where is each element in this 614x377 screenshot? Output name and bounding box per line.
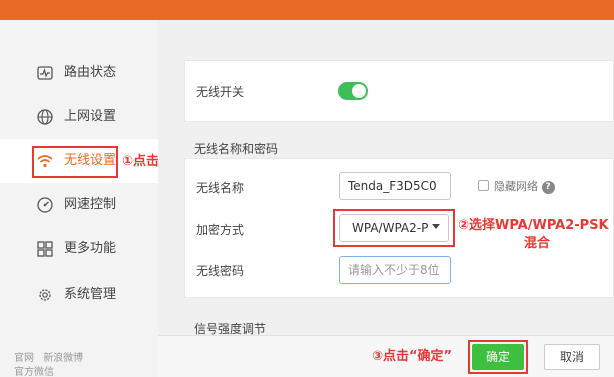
sidebar-item-more-features[interactable]: 更多功能: [0, 227, 158, 271]
wifi-name-input[interactable]: Tenda_F3D5C0: [339, 172, 451, 200]
sidebar-item-system-management[interactable]: 系统管理: [0, 273, 158, 317]
highlight-box-ok-button: [468, 340, 528, 374]
sidebar-item-label: 更多功能: [64, 241, 117, 256]
pulse-icon: [36, 64, 54, 82]
sidebar-item-label: 路由状态: [64, 65, 117, 80]
highlight-box-wireless-settings: [32, 146, 118, 178]
sidebar-item-router-status[interactable]: 路由状态: [0, 51, 158, 95]
sidebar-item-internet-settings[interactable]: 上网设置: [0, 95, 158, 139]
hide-network-checkbox[interactable]: [478, 180, 489, 191]
sidebar-item-speed-control[interactable]: 网速控制: [0, 183, 158, 227]
sidebar-item-label: 网速控制: [64, 197, 117, 212]
cancel-button[interactable]: 取消: [544, 344, 600, 370]
wifi-switch-card: [184, 60, 614, 122]
toggle-knob: [352, 84, 366, 98]
top-header-bar: [0, 0, 614, 20]
wifi-name-password-section-title: 无线名称和密码: [194, 142, 279, 156]
hide-network-label: 隐藏网络: [494, 180, 538, 193]
gear-icon: [36, 286, 54, 304]
wechat-link[interactable]: 官方微信: [14, 363, 54, 377]
speed-gauge-icon: [36, 196, 54, 214]
sidebar-item-label: 上网设置: [64, 109, 117, 124]
annotation-step1: ①点击: [122, 154, 160, 169]
annotation-step3: ③点击“确定”: [372, 349, 453, 364]
grid-icon: [36, 240, 54, 258]
sidebar-footer-links: 官网 新浪微博: [14, 349, 83, 364]
wifi-password-label: 无线密码: [196, 264, 245, 278]
hide-network-label-wrap: 隐藏网络 ?: [494, 178, 555, 194]
wifi-switch-label: 无线开关: [196, 85, 245, 99]
sidebar-item-label: 系统管理: [64, 287, 117, 302]
wifi-name-label: 无线名称: [196, 181, 245, 195]
wifi-password-input[interactable]: 请输入不少于8位: [339, 256, 451, 284]
security-mode-label: 加密方式: [196, 223, 245, 237]
annotation-step2-line2: 混合: [524, 236, 551, 251]
annotation-step2-line1: ②选择WPA/WPA2-PSK: [458, 218, 609, 233]
globe-icon: [36, 108, 54, 126]
wifi-switch-toggle[interactable]: [338, 82, 368, 100]
highlight-box-security-mode: [333, 209, 455, 247]
help-icon[interactable]: ?: [541, 180, 555, 194]
